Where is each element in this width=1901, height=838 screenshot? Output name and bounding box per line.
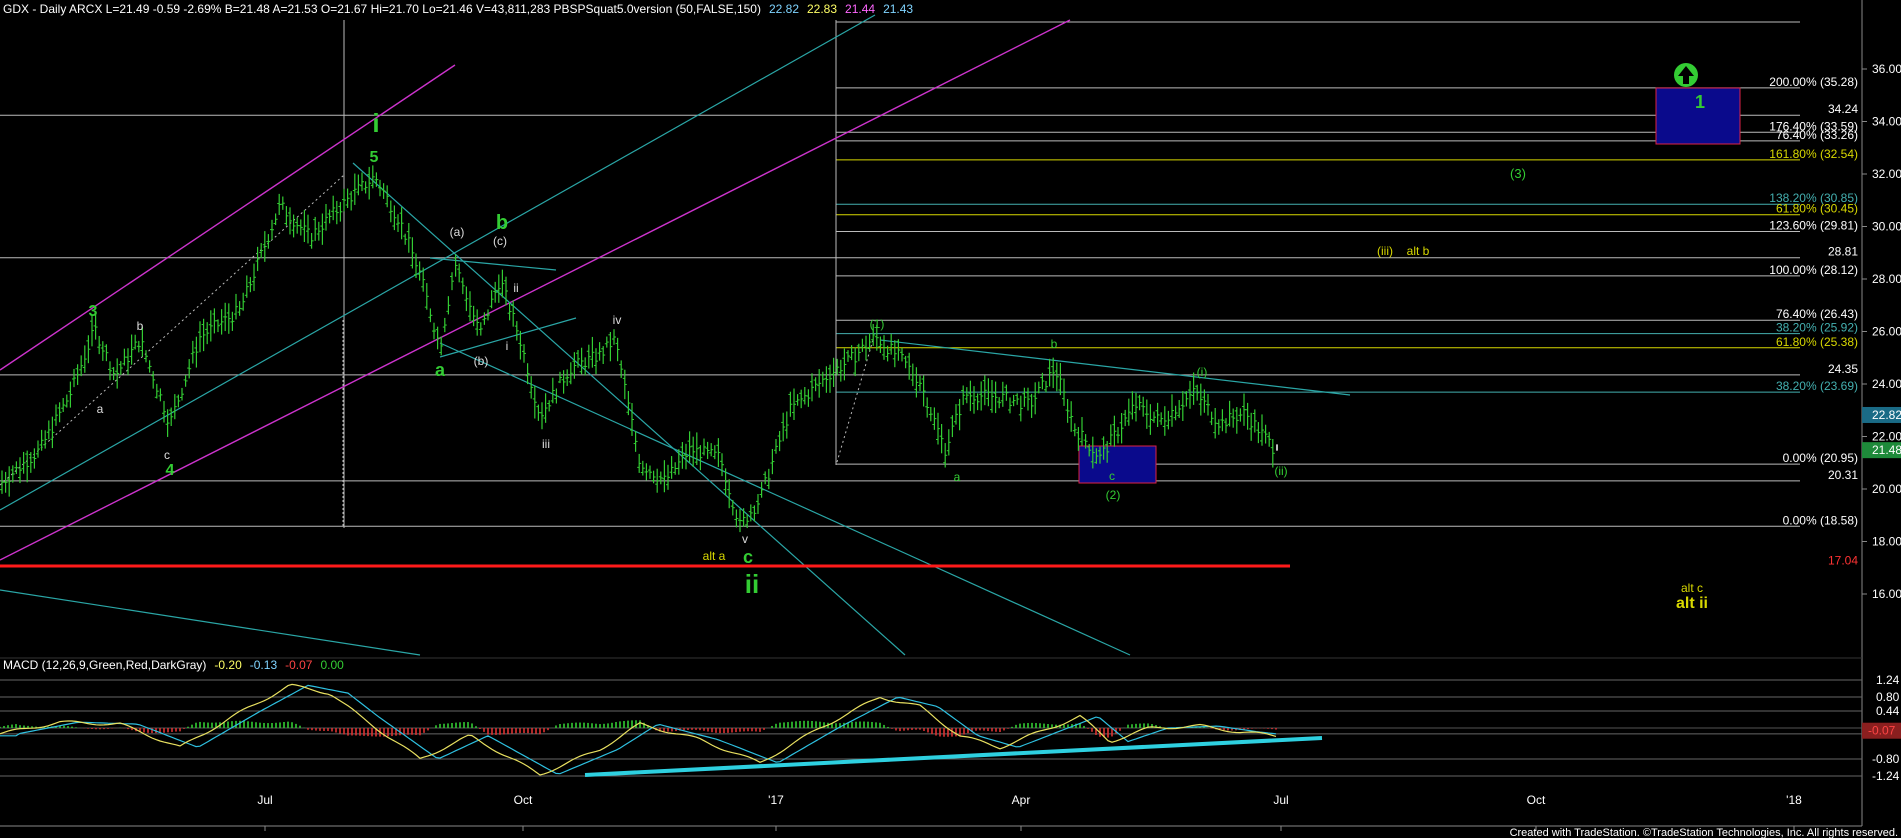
wave-label: (iii) (1377, 244, 1393, 258)
wave-label: alt ii (1676, 595, 1708, 612)
wave-label: alt c (1681, 581, 1703, 595)
chart-background (0, 0, 1901, 838)
macd-tick-label: 0.80 (1876, 690, 1900, 704)
fib-label: 0.00% (20.95) (1783, 451, 1858, 465)
wave-label: i (372, 108, 379, 138)
fib-label: 38.20% (23.69) (1776, 379, 1858, 393)
fib-label: 61.80% (25.38) (1776, 335, 1858, 349)
wave-label: (2) (1106, 488, 1121, 502)
target-box-2 (1078, 445, 1157, 484)
wave-label: a (97, 402, 104, 416)
hdr-main-part: 21.44 (845, 2, 875, 16)
fib-label: 161.80% (32.54) (1769, 147, 1858, 161)
fib-label: 76.40% (33.26) (1776, 128, 1858, 142)
fib-label: 20.31 (1828, 468, 1858, 482)
wave-label: a (435, 360, 446, 380)
wave-label: c (743, 547, 753, 567)
hdr-main-part: 22.83 (807, 2, 837, 16)
main-legend: GDX - Daily ARCX L=21.49 -0.59 -2.69% B=… (3, 2, 913, 16)
wave-label: (a) (450, 225, 465, 239)
wave-label: (b) (474, 354, 489, 368)
wave-label: iii (542, 437, 550, 451)
wave-label: b (1051, 337, 1058, 351)
macd-tick-label: -1.24 (1872, 769, 1900, 783)
hdr-main-part: GDX - Daily ARCX L=21.49 -0.59 -2.69% B=… (3, 2, 761, 16)
hdr-macd-part: 0.00 (320, 658, 344, 672)
fib-label: 28.81 (1828, 245, 1858, 259)
wave-label: alt b (1407, 244, 1430, 258)
fib-label: 100.00% (28.12) (1769, 263, 1858, 277)
fib-label: 200.00% (35.28) (1769, 75, 1858, 89)
fib-label: 0.00% (18.58) (1783, 513, 1858, 527)
y-tick-label: 20.00 (1872, 482, 1901, 496)
wave-label: (3) (1510, 166, 1526, 181)
y-tick-label: 24.00 (1872, 377, 1901, 391)
x-tick-label: Oct (1527, 793, 1546, 807)
wave-label: (1) (870, 317, 885, 331)
macd-tick-label: 1.24 (1876, 673, 1900, 687)
fib-label: 34.24 (1828, 102, 1858, 116)
y-tick-label: 28.00 (1872, 272, 1901, 286)
hdr-main-part: 21.43 (883, 2, 913, 16)
hdr-macd-part: MACD (12,26,9,Green,Red,DarkGray) (3, 658, 206, 672)
x-tick-label: Apr (1012, 793, 1031, 807)
x-tick-label: '18 (1786, 793, 1802, 807)
hdr-macd-part: -0.20 (214, 658, 242, 672)
footer-credit: Created with TradeStation. ©TradeStation… (1510, 827, 1898, 838)
hdr-macd-part: -0.07 (285, 658, 313, 672)
x-tick-label: Jul (257, 793, 272, 807)
wave-label: v (742, 532, 748, 546)
wave-label: (ii) (1274, 464, 1287, 478)
y-tick-label: 18.00 (1872, 535, 1901, 549)
wave-label: ii (745, 569, 759, 599)
fib-label: 38.20% (25.92) (1776, 321, 1858, 335)
price-marker-label: 22.82 (1872, 408, 1901, 422)
fib-label: 17.04 (1828, 554, 1858, 568)
y-tick-label: 34.00 (1872, 115, 1901, 129)
y-tick-label: 32.00 (1872, 167, 1901, 181)
wave-label: a (954, 470, 961, 484)
y-tick-label: 16.00 (1872, 587, 1901, 601)
x-tick-label: '17 (768, 793, 784, 807)
fib-label: 123.60% (29.81) (1769, 218, 1858, 232)
wave-label: ii (513, 281, 518, 295)
y-tick-label: 26.00 (1872, 325, 1901, 339)
up-arrow-icon (1674, 63, 1698, 87)
price-chart[interactable]: GDX - Daily ARCX L=21.49 -0.59 -2.69% B=… (0, 0, 1901, 838)
wave-label: (i) (1197, 365, 1208, 379)
wave-label: 4 (166, 462, 175, 479)
wave-label: 1 (1695, 92, 1705, 112)
wave-label: alt a (703, 549, 726, 563)
macd-tick-label: -0.80 (1872, 752, 1900, 766)
wave-label: 3 (89, 303, 98, 320)
wave-label: 5 (370, 149, 379, 166)
x-tick-label: Jul (1273, 793, 1288, 807)
fib-label: 24.35 (1828, 362, 1858, 376)
y-tick-label: 30.00 (1872, 220, 1901, 234)
wave-label: iv (613, 313, 622, 327)
wave-label: b (137, 319, 144, 333)
y-tick-label: 36.00 (1872, 62, 1901, 76)
y-tick-label: 22.00 (1872, 430, 1901, 444)
macd-marker-label: -0.07 (1868, 724, 1896, 738)
hdr-macd-part: -0.13 (250, 658, 278, 672)
fib-label: 76.40% (26.43) (1776, 307, 1858, 321)
wave-label: i (506, 339, 509, 353)
hdr-main-part: 22.82 (769, 2, 799, 16)
wave-label: c (164, 448, 170, 462)
wave-label: c (1109, 469, 1115, 483)
wave-label: b (496, 212, 508, 234)
x-tick-label: Oct (514, 793, 533, 807)
macd-legend: MACD (12,26,9,Green,Red,DarkGray) -0.20 -0… (3, 658, 344, 672)
price-marker-label: 21.48 (1872, 443, 1901, 457)
fib-label: 61.80% (30.45) (1776, 202, 1858, 216)
macd-tick-label: 0.44 (1876, 704, 1900, 718)
wave-label: (c) (493, 234, 507, 248)
